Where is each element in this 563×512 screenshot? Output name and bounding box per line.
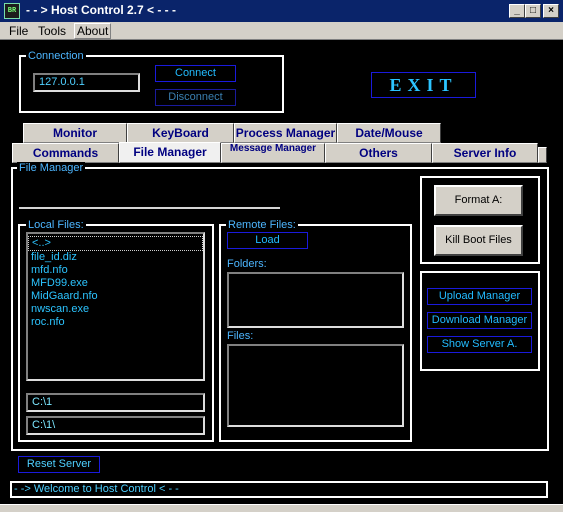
close-button[interactable]: × bbox=[543, 4, 559, 18]
format-button[interactable]: Format A: bbox=[434, 185, 523, 216]
tab-others[interactable]: Others bbox=[325, 143, 432, 163]
tab-process-manager[interactable]: Process Manager bbox=[234, 123, 337, 143]
tab-file-manager[interactable]: File Manager bbox=[119, 142, 221, 163]
tab-message-manager[interactable]: Message Manager bbox=[221, 143, 325, 163]
tab-scroll[interactable] bbox=[538, 147, 547, 163]
list-item[interactable]: <..> bbox=[28, 236, 203, 251]
disconnect-button[interactable]: Disconnect bbox=[155, 89, 236, 106]
connect-button[interactable]: Connect bbox=[155, 65, 236, 82]
folders-list[interactable] bbox=[227, 272, 404, 328]
local-files-list[interactable]: <..> file_id.diz mfd.nfo MFD99.exe MidGa… bbox=[26, 232, 205, 381]
files-label: Files: bbox=[227, 330, 254, 342]
menu-file[interactable]: File bbox=[9, 24, 28, 38]
list-item[interactable]: MFD99.exe bbox=[28, 277, 203, 290]
kill-boot-files-button[interactable]: Kill Boot Files bbox=[434, 225, 523, 256]
upload-manager-button[interactable]: Upload Manager bbox=[427, 288, 532, 305]
menu-bar: File Tools About bbox=[0, 22, 563, 40]
connection-label: Connection bbox=[26, 50, 86, 62]
list-item[interactable]: file_id.diz bbox=[28, 251, 203, 264]
app-icon[interactable]: BR bbox=[4, 3, 20, 19]
list-item[interactable]: mfd.nfo bbox=[28, 264, 203, 277]
status-bar: - -> Welcome to Host Control < - - bbox=[10, 481, 548, 498]
tab-server-info[interactable]: Server Info bbox=[432, 143, 538, 163]
reset-server-button[interactable]: Reset Server bbox=[18, 456, 100, 473]
list-item[interactable]: MidGaard.nfo bbox=[28, 290, 203, 303]
show-server-button[interactable]: Show Server A. bbox=[427, 336, 532, 353]
taskbar bbox=[0, 504, 563, 512]
tab-monitor[interactable]: Monitor bbox=[23, 123, 127, 143]
local-path-field[interactable]: C:\1 bbox=[26, 393, 205, 412]
download-manager-button[interactable]: Download Manager bbox=[427, 312, 532, 329]
file-manager-label: File Manager bbox=[17, 162, 86, 174]
host-input[interactable]: 127.0.0.1 bbox=[33, 73, 140, 92]
local-dir-field[interactable]: C:\1\ bbox=[26, 416, 205, 435]
tab-keyboard[interactable]: KeyBoard bbox=[127, 123, 234, 143]
menu-about[interactable]: About bbox=[74, 23, 112, 39]
tab-commands[interactable]: Commands bbox=[12, 143, 119, 163]
exit-button[interactable]: EXIT bbox=[371, 72, 476, 98]
maximize-button[interactable]: □ bbox=[525, 4, 541, 18]
divider bbox=[19, 207, 280, 209]
remote-files-label: Remote Files: bbox=[226, 219, 298, 231]
folders-label: Folders: bbox=[227, 258, 267, 270]
title-bar: BR - - > Host Control 2.7 < - - - _ □ × bbox=[0, 0, 563, 22]
local-files-label: Local Files: bbox=[26, 219, 86, 231]
tab-date-mouse[interactable]: Date/Mouse bbox=[337, 123, 441, 143]
load-button[interactable]: Load bbox=[227, 232, 308, 249]
menu-tools[interactable]: Tools bbox=[38, 24, 66, 38]
list-item[interactable]: roc.nfo bbox=[28, 316, 203, 329]
minimize-button[interactable]: _ bbox=[509, 4, 525, 18]
remote-files-list[interactable] bbox=[227, 344, 404, 427]
list-item[interactable]: nwscan.exe bbox=[28, 303, 203, 316]
window-title: - - > Host Control 2.7 < - - - bbox=[26, 3, 177, 17]
